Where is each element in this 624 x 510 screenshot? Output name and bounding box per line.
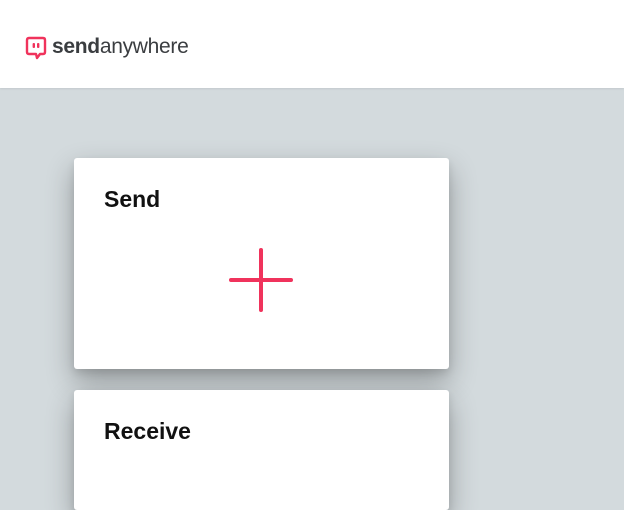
logo-text: sendanywhere bbox=[52, 33, 189, 61]
send-card[interactable]: Send bbox=[74, 158, 449, 369]
app-header: sendanywhere bbox=[0, 0, 624, 88]
send-anywhere-logo[interactable]: sendanywhere bbox=[24, 33, 189, 62]
add-files-button[interactable] bbox=[227, 246, 295, 314]
logo-text-send: send bbox=[52, 35, 100, 58]
send-anywhere-logo-icon bbox=[25, 36, 47, 60]
receive-card[interactable]: Receive bbox=[74, 390, 449, 510]
receive-card-title: Receive bbox=[104, 418, 191, 444]
plus-icon bbox=[229, 248, 293, 312]
send-card-title: Send bbox=[104, 186, 161, 212]
logo-text-anywhere: anywhere bbox=[99, 35, 189, 58]
